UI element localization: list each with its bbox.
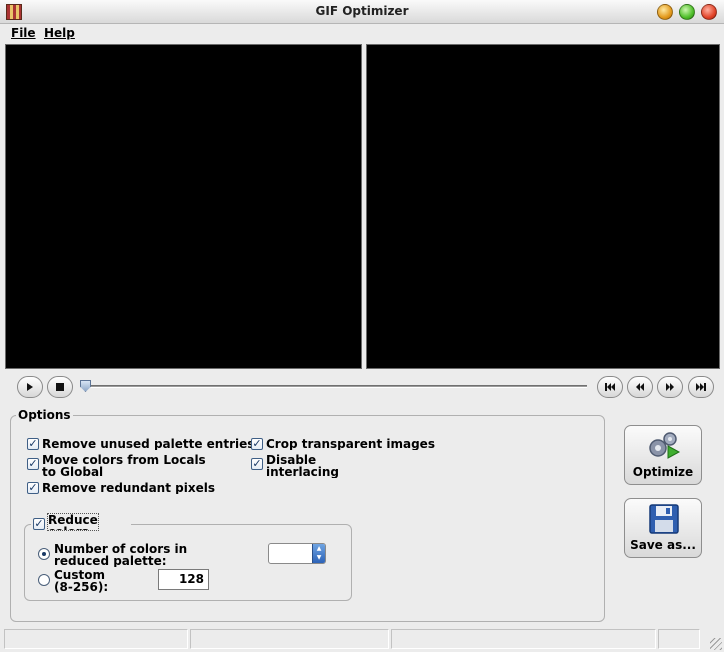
custom-colors-input[interactable]: 128 bbox=[158, 569, 209, 590]
move-colors-label: Move colors from Locals to Global bbox=[42, 454, 206, 478]
check-icon: ✓ bbox=[28, 481, 38, 494]
remove-redundant-checkbox[interactable]: ✓ bbox=[27, 482, 39, 494]
window-title: GIF Optimizer bbox=[315, 4, 409, 18]
last-frame-button[interactable] bbox=[688, 376, 714, 398]
number-of-colors-label: Number of colors in reduced palette: bbox=[54, 543, 188, 567]
remove-unused-palette-label: Remove unused palette entries bbox=[42, 438, 255, 450]
first-frame-button[interactable] bbox=[597, 376, 623, 398]
previous-frame-button[interactable] bbox=[627, 376, 653, 398]
disable-interlacing-label: Disable interlacing bbox=[266, 454, 340, 478]
move-colors-checkbox[interactable]: ✓ bbox=[27, 458, 39, 470]
floppy-disk-icon bbox=[649, 504, 679, 534]
frame-slider-thumb[interactable] bbox=[80, 380, 91, 392]
play-button[interactable] bbox=[17, 376, 43, 398]
gears-icon bbox=[649, 432, 681, 459]
custom-colors-label: Custom (8-256): bbox=[54, 569, 109, 593]
title-bar: GIF Optimizer bbox=[0, 0, 724, 24]
crop-transparent-checkbox[interactable]: ✓ bbox=[251, 438, 263, 450]
optimize-button[interactable]: Optimize bbox=[624, 425, 702, 485]
resize-grip-icon[interactable] bbox=[710, 638, 722, 650]
number-of-colors-radio[interactable] bbox=[38, 548, 50, 560]
reduce-colors-label: Reduce colors bbox=[47, 513, 99, 531]
check-icon: ✓ bbox=[252, 457, 262, 470]
menu-file[interactable]: File bbox=[11, 26, 36, 40]
status-bar bbox=[0, 627, 724, 652]
maximize-button[interactable] bbox=[679, 4, 695, 20]
frame-slider-track[interactable] bbox=[84, 385, 587, 388]
status-panel-3 bbox=[391, 629, 656, 649]
first-frame-icon bbox=[605, 383, 615, 391]
close-button[interactable] bbox=[701, 4, 717, 20]
optimized-preview-pane bbox=[366, 44, 720, 369]
crop-transparent-label: Crop transparent images bbox=[266, 438, 435, 450]
play-icon bbox=[27, 383, 33, 391]
next-frame-icon bbox=[666, 383, 674, 391]
minimize-button[interactable] bbox=[657, 4, 673, 20]
original-preview-pane bbox=[5, 44, 362, 369]
next-frame-button[interactable] bbox=[657, 376, 683, 398]
remove-unused-palette-checkbox[interactable]: ✓ bbox=[27, 438, 39, 450]
menu-help[interactable]: Help bbox=[44, 26, 75, 40]
status-panel-4 bbox=[658, 629, 700, 649]
reduce-colors-checkbox[interactable]: ✓ bbox=[33, 518, 45, 530]
disable-interlacing-checkbox[interactable]: ✓ bbox=[251, 458, 263, 470]
number-of-colors-select[interactable]: ▲ ▼ bbox=[268, 543, 326, 564]
save-as-button[interactable]: Save as... bbox=[624, 498, 702, 558]
menu-bar: File Help bbox=[0, 25, 724, 42]
optimize-label: Optimize bbox=[632, 465, 694, 479]
remove-redundant-label: Remove redundant pixels bbox=[42, 482, 215, 494]
status-panel-2 bbox=[190, 629, 389, 649]
options-title: Options bbox=[16, 408, 73, 422]
spinner-arrows-icon[interactable]: ▲ ▼ bbox=[312, 544, 325, 563]
save-as-label: Save as... bbox=[630, 538, 696, 552]
stop-button[interactable] bbox=[47, 376, 73, 398]
custom-colors-radio[interactable] bbox=[38, 574, 50, 586]
last-frame-icon bbox=[696, 383, 706, 391]
check-icon: ✓ bbox=[28, 457, 38, 470]
status-panel-1 bbox=[4, 629, 188, 649]
check-icon: ✓ bbox=[28, 437, 38, 450]
stop-icon bbox=[56, 383, 64, 391]
previous-frame-icon bbox=[636, 383, 644, 391]
check-icon: ✓ bbox=[34, 517, 44, 530]
check-icon: ✓ bbox=[252, 437, 262, 450]
